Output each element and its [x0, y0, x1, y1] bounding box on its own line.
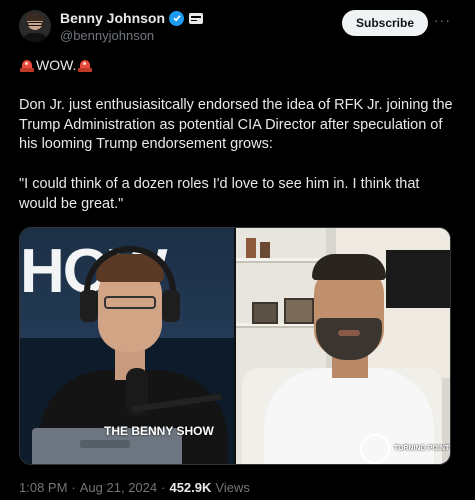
affiliate-badge-icon[interactable] [189, 12, 204, 24]
meta-separator: · [161, 480, 166, 495]
watermark-benny-show: THE BENNY SHOW [104, 424, 214, 438]
post-time[interactable]: 1:08 PM [19, 480, 67, 495]
wow-line: WOW. [19, 57, 93, 73]
author-name-row[interactable]: Benny Johnson [60, 10, 204, 26]
post-date[interactable]: Aug 21, 2024 [80, 480, 157, 495]
views-label: Views [215, 480, 250, 495]
siren-icon [19, 57, 35, 73]
author-display-name[interactable]: Benny Johnson [60, 10, 165, 26]
tweet-quote: "I could think of a dozen roles I'd love… [19, 176, 420, 212]
post-meta: 1:08 PM · Aug 21, 2024 · 452.9K Views [19, 480, 250, 495]
tweet: Benny Johnson @bennyjohnson Subscribe ··… [0, 0, 475, 500]
subscribe-button[interactable]: Subscribe [342, 10, 428, 36]
siren-icon [77, 57, 93, 73]
video-right-panel [236, 228, 450, 464]
turning-point-logo-icon [360, 434, 390, 464]
watermark-tp: TURNING POINT [360, 434, 450, 464]
meta-separator: · [71, 480, 76, 495]
author-handle[interactable]: @bennyjohnson [60, 28, 154, 43]
verified-badge-icon[interactable] [169, 10, 185, 26]
video-media[interactable]: HOW THE BENNY SHOW TURNING POINT [19, 227, 451, 465]
watermark-tp-text: TURNING POINT [394, 445, 450, 452]
tweet-body: Don Jr. just enthusiasitcally endorsed t… [19, 97, 453, 152]
avatar[interactable] [19, 10, 51, 42]
video-watermark: THE BENNY SHOW [104, 424, 234, 438]
views-count: 452.9K [169, 480, 212, 495]
more-icon[interactable]: ··· [434, 13, 450, 29]
wow-text: WOW. [36, 57, 77, 73]
